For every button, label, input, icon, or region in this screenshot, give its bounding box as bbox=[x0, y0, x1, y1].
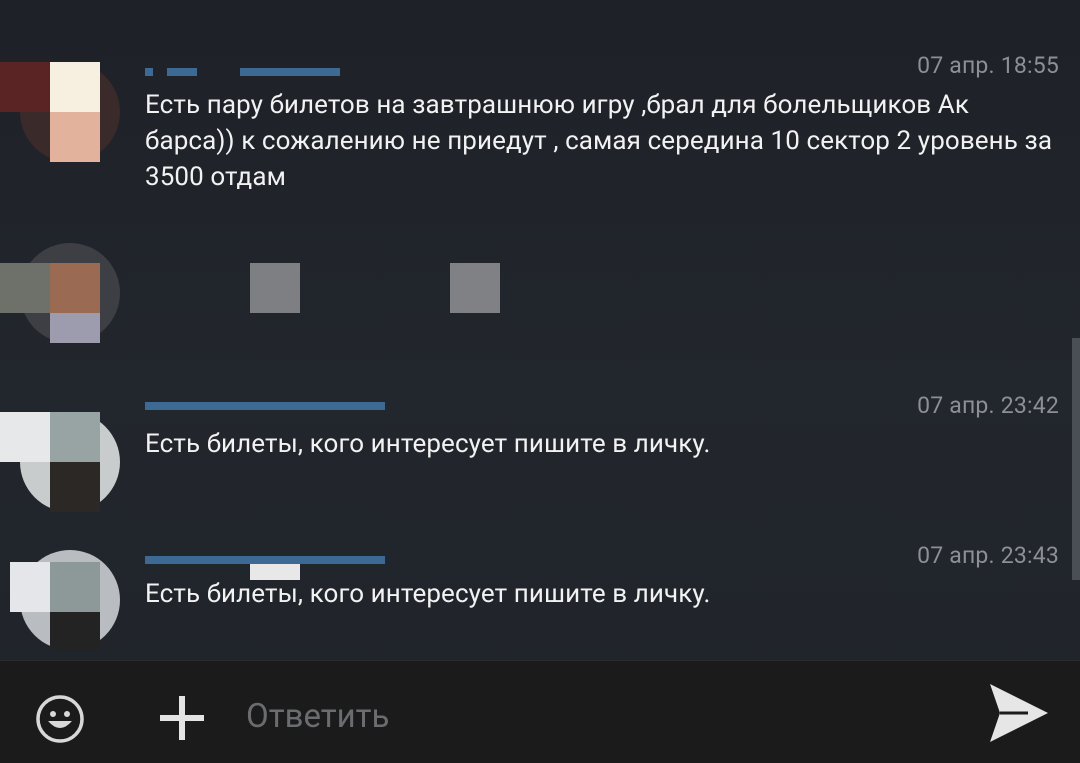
avatar[interactable] bbox=[0, 243, 125, 343]
avatar[interactable] bbox=[0, 412, 125, 512]
message-item-redacted[interactable] bbox=[0, 230, 1080, 390]
redacted-block bbox=[250, 263, 300, 313]
message-item[interactable]: 07 апр. 23:42 Есть билеты, кого интересу… bbox=[0, 390, 1080, 540]
redacted-block bbox=[450, 263, 500, 313]
avatar[interactable] bbox=[0, 62, 125, 162]
message-time: 07 апр. 23:42 bbox=[917, 392, 1059, 419]
author-name-redacted[interactable] bbox=[145, 62, 345, 76]
send-button[interactable] bbox=[988, 682, 1050, 744]
avatar[interactable] bbox=[0, 550, 125, 650]
reply-input[interactable] bbox=[246, 691, 946, 741]
message-text: Есть пару билетов на завтрашнюю игру ,бр… bbox=[145, 90, 1053, 192]
message-item[interactable]: 07 апр. 18:55 Есть пару билетов на завтр… bbox=[0, 0, 1080, 230]
message-text: Есть билеты, кого интересует пишите в ли… bbox=[145, 429, 711, 459]
message-item[interactable]: 07 апр. 23:43 Есть билеты, кого интересу… bbox=[0, 540, 1080, 660]
author-name-redacted[interactable] bbox=[145, 396, 395, 410]
add-attachment-button[interactable] bbox=[160, 696, 204, 740]
chat-screen: 07 апр. 18:55 Есть пару билетов на завтр… bbox=[0, 0, 1080, 763]
message-text: Есть билеты, кого интересует пишите в ли… bbox=[145, 579, 711, 609]
emoji-icon bbox=[36, 695, 84, 743]
reply-composer bbox=[0, 660, 1080, 763]
message-time: 07 апр. 18:55 bbox=[917, 52, 1059, 79]
author-name-redacted[interactable] bbox=[145, 550, 395, 564]
send-icon bbox=[990, 684, 1048, 742]
emoji-button[interactable] bbox=[35, 694, 85, 744]
message-list[interactable]: 07 апр. 18:55 Есть пару билетов на завтр… bbox=[0, 0, 1080, 660]
plus-icon bbox=[160, 696, 204, 740]
scrollbar[interactable] bbox=[1072, 338, 1080, 580]
message-time: 07 апр. 23:43 bbox=[917, 542, 1059, 569]
